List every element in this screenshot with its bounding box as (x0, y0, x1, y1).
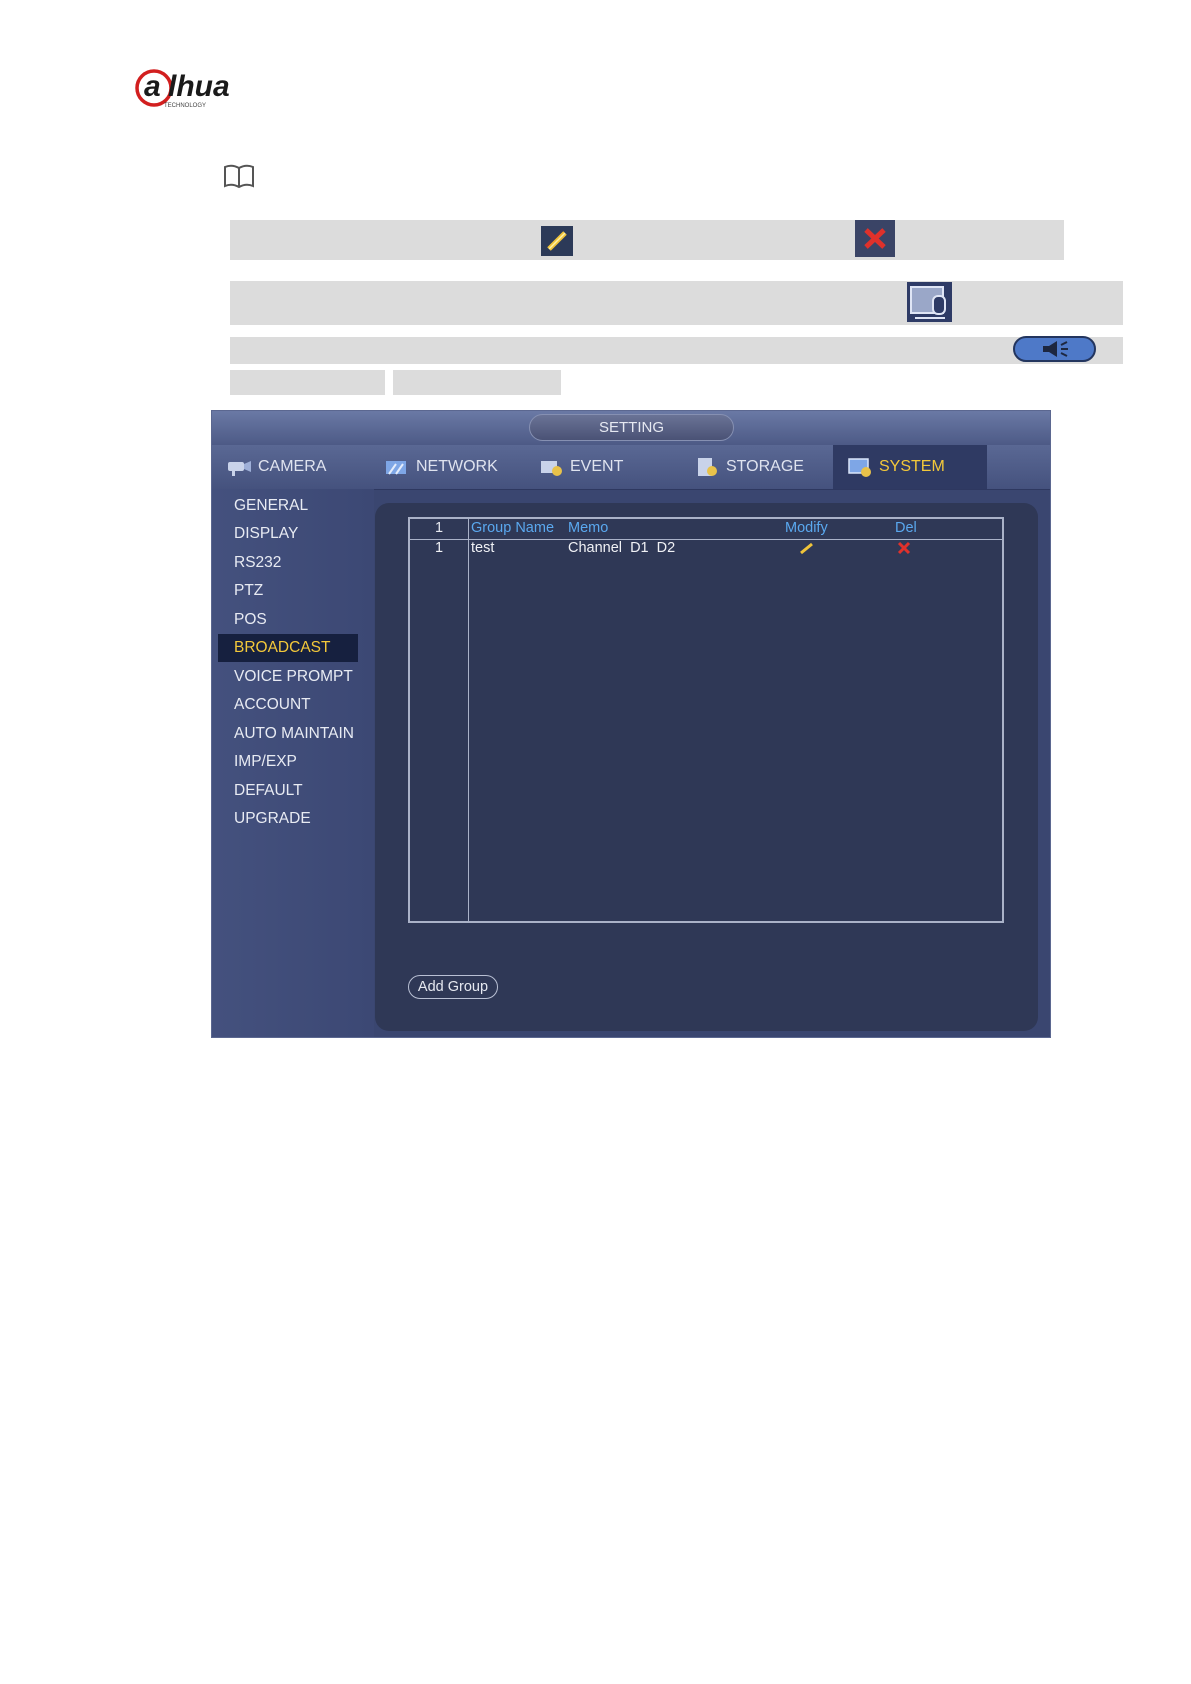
col-memo: Memo (568, 520, 609, 536)
tab-event-label: EVENT (570, 458, 624, 475)
note-line-2 (230, 281, 1123, 325)
event-icon (541, 461, 562, 476)
table-header: 1 Group Name Memo Modify Del (410, 519, 1002, 540)
row-group-name: test (471, 540, 495, 556)
sidebar-item-voice-prompt[interactable]: VOICE PROMPT (218, 663, 358, 691)
sidebar-item-imp-exp[interactable]: IMP/EXP (218, 748, 358, 776)
broadcast-panel: 1 Group Name Memo Modify Del 1 test Chan… (375, 503, 1038, 1031)
dahua-logo: a lhua TECHNOLOGY (135, 69, 230, 109)
note-line-4a (230, 370, 385, 395)
pencil-icon[interactable] (799, 541, 815, 555)
sidebar-item-auto-maintain[interactable]: AUTO MAINTAIN (218, 720, 358, 748)
col-index: 1 (435, 520, 444, 536)
col-group-name: Group Name (471, 520, 555, 536)
tab-network[interactable]: NETWORK (384, 445, 534, 489)
broadcast-channel-icon (907, 282, 952, 322)
sidebar-item-pos[interactable]: POS (218, 606, 358, 634)
row-memo: Channel D1 D2 (568, 540, 676, 556)
camera-icon (228, 461, 251, 476)
broadcast-group-table: 1 Group Name Memo Modify Del 1 test Chan… (408, 517, 1004, 923)
tab-storage-label: STORAGE (726, 458, 804, 475)
window-titlebar: SETTING (212, 411, 1050, 445)
sidebar-item-general[interactable]: GENERAL (218, 492, 358, 520)
network-icon (386, 461, 406, 475)
sidebar-item-display[interactable]: DISPLAY (218, 520, 358, 548)
col-del: Del (895, 520, 917, 536)
tab-camera[interactable]: CAMERA (224, 445, 376, 489)
system-sidebar: GENERAL DISPLAY RS232 PTZ POS BROADCAST … (212, 489, 374, 1037)
add-group-button[interactable]: Add Group (408, 975, 498, 999)
system-icon (848, 458, 871, 477)
setting-window: SETTING CAMERA NETWORK EVENT STORAGE SYS… (211, 410, 1051, 1038)
storage-icon (698, 458, 717, 476)
sidebar-item-upgrade[interactable]: UPGRADE (218, 805, 358, 833)
modify-pencil-icon (541, 226, 573, 256)
sidebar-item-rs232[interactable]: RS232 (218, 549, 358, 577)
delete-x-icon[interactable] (897, 541, 911, 555)
table-divider (468, 519, 469, 921)
speaker-broadcast-icon (1013, 336, 1096, 362)
note-book-icon (224, 164, 254, 189)
sidebar-item-account[interactable]: ACCOUNT (218, 691, 358, 719)
row-index: 1 (435, 540, 444, 556)
sidebar-item-broadcast[interactable]: BROADCAST (218, 634, 358, 662)
svg-text:lhua: lhua (168, 70, 230, 103)
sidebar-item-default[interactable]: DEFAULT (218, 777, 358, 805)
svg-text:a: a (144, 70, 161, 103)
note-line-3 (230, 337, 1123, 364)
tab-network-label: NETWORK (416, 458, 498, 475)
svg-text:TECHNOLOGY: TECHNOLOGY (164, 103, 206, 109)
tab-system-label: SYSTEM (879, 458, 945, 475)
tab-system[interactable]: SYSTEM (833, 445, 987, 489)
sidebar-item-ptz[interactable]: PTZ (218, 577, 358, 605)
table-row[interactable]: 1 test Channel D1 D2 (410, 539, 1002, 559)
delete-x-icon (855, 220, 895, 257)
tab-camera-label: CAMERA (258, 458, 327, 475)
tab-event[interactable]: EVENT (538, 445, 688, 489)
main-tabs: CAMERA NETWORK EVENT STORAGE SYSTEM (212, 445, 1050, 490)
window-title: SETTING (529, 414, 734, 441)
col-modify: Modify (785, 520, 828, 536)
tab-storage[interactable]: STORAGE (694, 445, 844, 489)
note-line-4b (393, 370, 561, 395)
note-line-1 (230, 220, 1064, 260)
